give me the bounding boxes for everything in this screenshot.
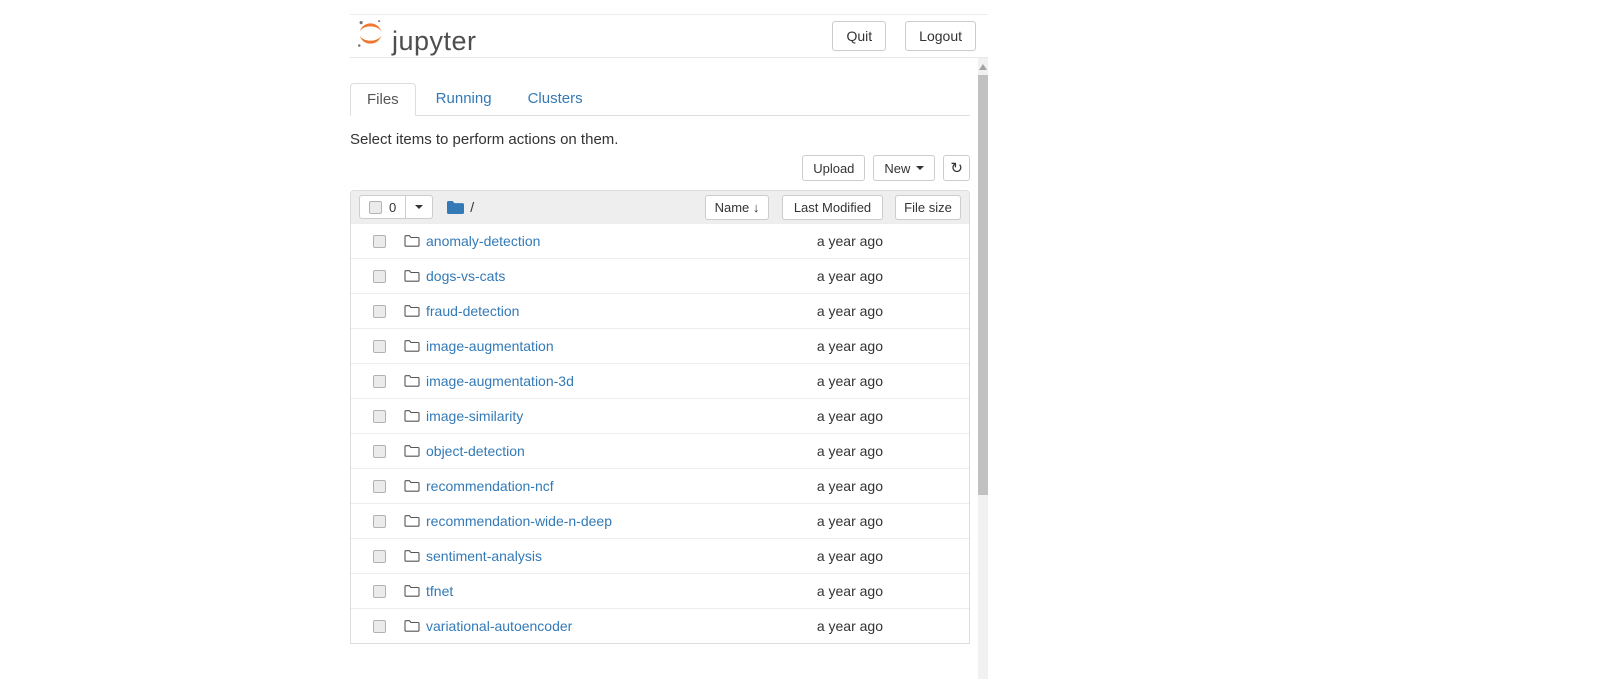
jupyter-app: jupyter Quit Logout Files Running Cluste…	[350, 0, 988, 679]
last-modified: a year ago	[782, 548, 883, 564]
row-checkbox[interactable]	[373, 270, 386, 283]
table-row: image-augmentation-3d a year ago	[351, 363, 969, 398]
quit-button[interactable]: Quit	[832, 21, 886, 51]
folder-icon	[404, 514, 420, 528]
last-modified: a year ago	[782, 583, 883, 599]
file-listing: 0 / Name ↓ Last Modified	[350, 190, 970, 644]
tab-files[interactable]: Files	[350, 83, 416, 116]
folder-icon	[404, 374, 420, 388]
folder-icon	[404, 584, 420, 598]
jupyter-logo-text: jupyter	[392, 28, 477, 55]
file-link[interactable]: fraud-detection	[426, 303, 782, 319]
row-checkbox[interactable]	[373, 340, 386, 353]
scroll-up-button[interactable]	[978, 58, 988, 75]
refresh-icon: ↻	[950, 160, 963, 177]
row-checkbox[interactable]	[373, 305, 386, 318]
table-row: image-similarity a year ago	[351, 398, 969, 433]
file-link[interactable]: tfnet	[426, 583, 782, 599]
folder-icon	[404, 549, 420, 563]
tab-bar: Files Running Clusters	[350, 83, 970, 116]
folder-icon	[404, 479, 420, 493]
file-link[interactable]: sentiment-analysis	[426, 548, 782, 564]
row-checkbox[interactable]	[373, 410, 386, 423]
table-row: variational-autoencoder a year ago	[351, 608, 969, 643]
file-link[interactable]: image-augmentation	[426, 338, 782, 354]
new-dropdown-button[interactable]: New	[873, 155, 935, 181]
folder-icon	[404, 409, 420, 423]
row-checkbox[interactable]	[373, 375, 386, 388]
last-modified: a year ago	[782, 443, 883, 459]
header: jupyter Quit Logout	[350, 14, 988, 58]
select-all-checkbox[interactable]	[369, 201, 382, 214]
file-link[interactable]: recommendation-ncf	[426, 478, 782, 494]
file-link[interactable]: dogs-vs-cats	[426, 268, 782, 284]
select-all-group: 0	[359, 195, 433, 219]
file-link[interactable]: object-detection	[426, 443, 782, 459]
file-link[interactable]: variational-autoencoder	[426, 618, 782, 634]
row-checkbox[interactable]	[373, 515, 386, 528]
select-items-message: Select items to perform actions on them.	[350, 131, 970, 148]
select-all-button[interactable]: 0	[359, 195, 406, 219]
list-header: 0 / Name ↓ Last Modified	[351, 191, 969, 223]
last-modified: a year ago	[782, 618, 883, 634]
row-checkbox[interactable]	[373, 235, 386, 248]
selected-count: 0	[389, 200, 396, 215]
scrollbar-thumb[interactable]	[978, 75, 988, 495]
folder-icon	[404, 444, 420, 458]
table-row: dogs-vs-cats a year ago	[351, 258, 969, 293]
breadcrumb-folder-icon[interactable]	[447, 200, 464, 215]
last-modified: a year ago	[782, 478, 883, 494]
last-modified: a year ago	[782, 373, 883, 389]
row-checkbox[interactable]	[373, 480, 386, 493]
scrollbar[interactable]	[978, 58, 988, 679]
last-modified: a year ago	[782, 338, 883, 354]
chevron-down-icon	[916, 166, 924, 170]
upload-button[interactable]: Upload	[802, 155, 865, 181]
table-row: anomaly-detection a year ago	[351, 223, 969, 258]
file-link[interactable]: image-augmentation-3d	[426, 373, 782, 389]
folder-icon	[404, 269, 420, 283]
table-row: fraud-detection a year ago	[351, 293, 969, 328]
last-modified: a year ago	[782, 513, 883, 529]
file-list: anomaly-detection a year ago dogs-vs-cat…	[351, 223, 969, 643]
select-filter-dropdown[interactable]	[406, 195, 433, 219]
folder-icon	[404, 304, 420, 318]
sort-file-size-button[interactable]: File size	[895, 195, 961, 220]
tab-clusters[interactable]: Clusters	[512, 83, 599, 116]
folder-icon	[404, 619, 420, 633]
table-row: recommendation-wide-n-deep a year ago	[351, 503, 969, 538]
row-checkbox[interactable]	[373, 585, 386, 598]
toolbar: Upload New ↻	[350, 155, 970, 181]
jupyter-logo-icon	[354, 17, 387, 55]
row-checkbox[interactable]	[373, 445, 386, 458]
table-row: tfnet a year ago	[351, 573, 969, 608]
last-modified: a year ago	[782, 233, 883, 249]
folder-icon	[404, 234, 420, 248]
chevron-down-icon	[415, 205, 423, 209]
breadcrumb[interactable]: /	[470, 199, 474, 215]
last-modified: a year ago	[782, 408, 883, 424]
sort-last-modified-button[interactable]: Last Modified	[782, 195, 883, 220]
table-row: sentiment-analysis a year ago	[351, 538, 969, 573]
last-modified: a year ago	[782, 268, 883, 284]
row-checkbox[interactable]	[373, 620, 386, 633]
arrow-up-icon	[979, 64, 987, 70]
table-row: image-augmentation a year ago	[351, 328, 969, 363]
arrow-down-icon: ↓	[753, 200, 760, 215]
file-link[interactable]: anomaly-detection	[426, 233, 782, 249]
table-row: object-detection a year ago	[351, 433, 969, 468]
sort-name-button[interactable]: Name ↓	[705, 195, 769, 220]
jupyter-logo[interactable]: jupyter	[354, 17, 477, 55]
logout-button[interactable]: Logout	[905, 21, 976, 51]
tab-running[interactable]: Running	[420, 83, 508, 116]
last-modified: a year ago	[782, 303, 883, 319]
file-link[interactable]: image-similarity	[426, 408, 782, 424]
refresh-button[interactable]: ↻	[943, 155, 970, 181]
row-checkbox[interactable]	[373, 550, 386, 563]
table-row: recommendation-ncf a year ago	[351, 468, 969, 503]
folder-icon	[404, 339, 420, 353]
file-link[interactable]: recommendation-wide-n-deep	[426, 513, 782, 529]
